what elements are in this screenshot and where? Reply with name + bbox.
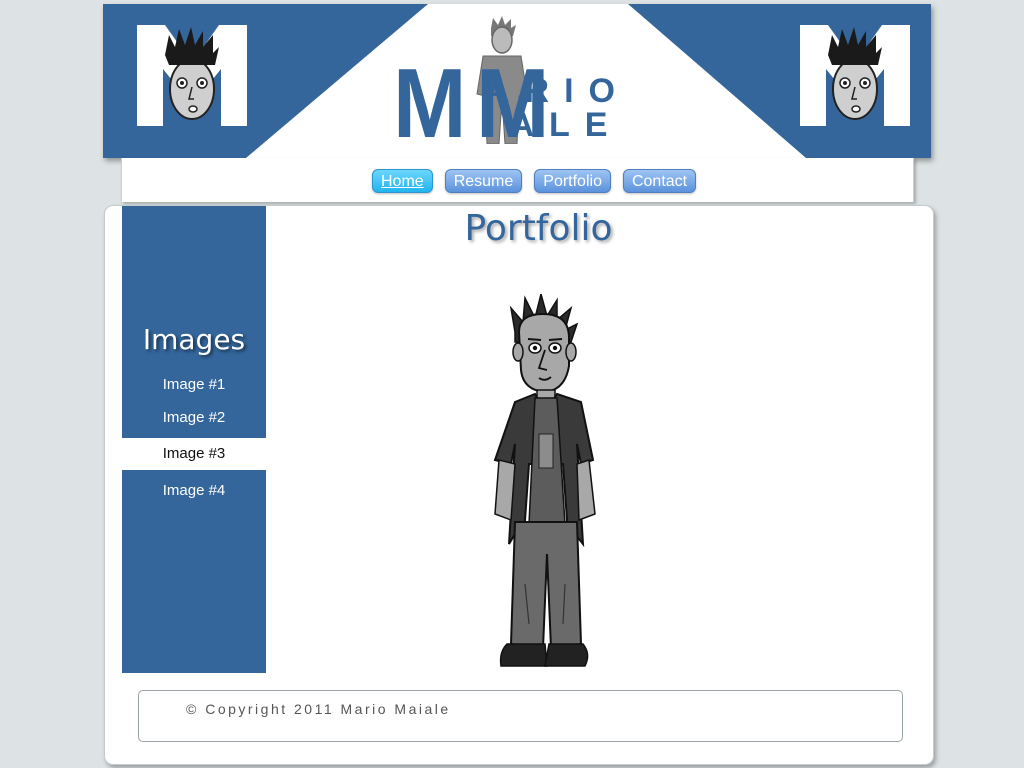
- corner-m-logo-right: [800, 25, 910, 126]
- sidebar-item-image-3-selected[interactable]: Image #3: [122, 438, 288, 470]
- copyright-text: © Copyright 2011 Mario Maiale: [186, 701, 451, 717]
- footer: © Copyright 2011 Mario Maiale: [138, 690, 903, 742]
- logo-last-name: IALE: [485, 106, 623, 144]
- portfolio-image: [493, 294, 596, 667]
- content-panel: Images Image #1 Image #2 Image #4 Image …: [104, 205, 934, 765]
- nav-home-button[interactable]: Home: [372, 169, 433, 193]
- nav-portfolio-button[interactable]: Portfolio: [534, 169, 611, 193]
- page-title: Portfolio: [464, 208, 613, 249]
- logo-m-first: M: [393, 48, 467, 158]
- nav-contact-button[interactable]: Contact: [622, 169, 697, 193]
- logo-first-name: ARIO: [485, 72, 630, 110]
- m-face-logo-icon: [800, 25, 910, 126]
- sidebar-item-label: Image #3: [162, 445, 226, 462]
- m-face-logo-icon: [137, 25, 247, 126]
- corner-m-logo-left: [137, 25, 247, 126]
- nav-resume-button[interactable]: Resume: [444, 169, 523, 193]
- header-banner: M M ARIO IALE: [103, 4, 931, 158]
- site-logo[interactable]: M M ARIO IALE: [393, 16, 673, 156]
- nav-bar: Home Resume Portfolio Contact: [121, 158, 914, 202]
- sidebar-title: Images: [142, 323, 246, 356]
- sidebar-item-image-2[interactable]: Image #2: [122, 408, 266, 428]
- sidebar-item-image-1[interactable]: Image #1: [122, 375, 266, 395]
- main-nav: Home Resume Portfolio Contact: [372, 169, 697, 193]
- sidebar-item-image-4[interactable]: Image #4: [122, 481, 266, 501]
